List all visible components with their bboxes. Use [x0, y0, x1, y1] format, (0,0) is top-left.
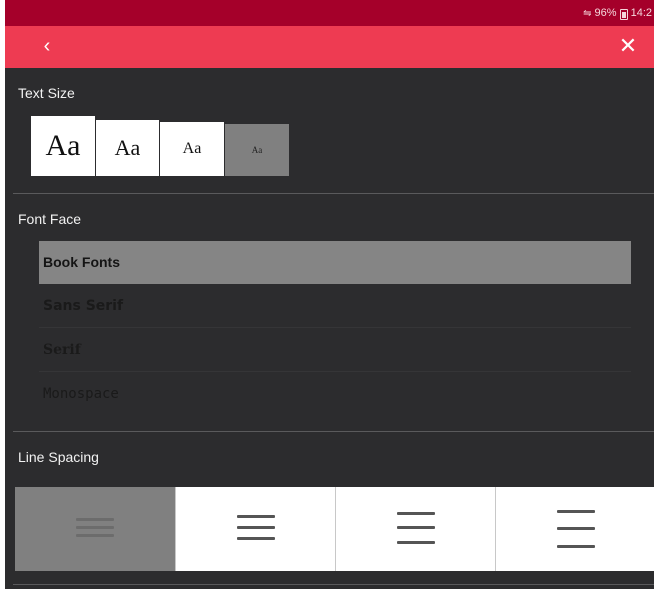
battery-percent: 96%	[594, 7, 617, 19]
text-size-option-large[interactable]: Aa	[96, 120, 159, 176]
toolbar: ‹ ✕	[5, 26, 654, 68]
section-divider	[13, 431, 654, 432]
reader-settings-panel: ⇋ 96% 14:2 ‹ ✕ Text Size Aa Aa Aa Aa Fon…	[5, 0, 654, 589]
font-option-label: Sans Serif	[43, 298, 124, 314]
line-spacing-normal[interactable]	[175, 487, 335, 571]
font-option-monospace[interactable]: Monospace	[39, 373, 631, 416]
status-indicators: ⇋ 96% 14:2	[583, 7, 652, 20]
wifi-icon: ⇋	[583, 7, 592, 19]
font-option-sans-serif[interactable]: Sans Serif	[39, 285, 631, 328]
font-face-title: Font Face	[18, 211, 82, 227]
font-option-label: Book Fonts	[43, 254, 120, 270]
font-option-serif[interactable]: Serif	[39, 329, 631, 372]
text-size-title: Text Size	[18, 85, 75, 101]
line-spacing-compact[interactable]	[15, 487, 175, 571]
section-divider	[13, 193, 654, 194]
status-bar: ⇋ 96% 14:2	[5, 0, 654, 26]
battery-icon	[619, 8, 628, 20]
text-size-option-medium[interactable]: Aa	[160, 122, 224, 176]
line-spacing-wide[interactable]	[495, 487, 654, 571]
font-option-label: Serif	[43, 342, 81, 358]
text-size-option-small[interactable]: Aa	[225, 124, 289, 176]
line-spacing-title: Line Spacing	[18, 449, 99, 465]
line-spacing-relaxed[interactable]	[335, 487, 495, 571]
font-option-book-fonts[interactable]: Book Fonts	[39, 241, 631, 284]
font-option-label: Monospace	[43, 386, 119, 402]
close-button[interactable]: ✕	[616, 34, 640, 58]
close-icon: ✕	[618, 33, 638, 58]
section-divider	[13, 584, 654, 585]
clock: 14:2	[630, 7, 652, 19]
text-size-option-xlarge[interactable]: Aa	[31, 116, 95, 176]
chevron-left-icon: ‹	[43, 35, 51, 57]
back-button[interactable]: ‹	[35, 34, 59, 58]
